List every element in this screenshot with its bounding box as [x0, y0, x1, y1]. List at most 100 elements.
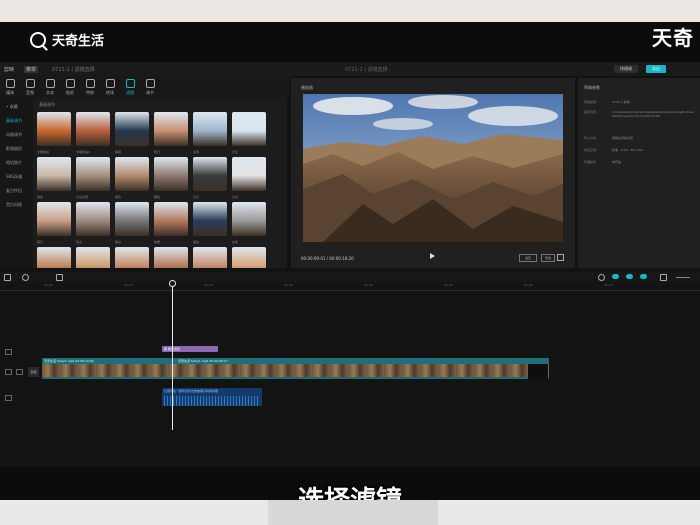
- link-toggle[interactable]: [626, 274, 633, 279]
- eye-icon[interactable]: [16, 369, 23, 375]
- filter-preview-image: [193, 157, 227, 191]
- filter-thumbnail[interactable]: 文理性感: [37, 112, 71, 154]
- filter-thumbnail[interactable]: 黄昏: [115, 157, 149, 199]
- original-button[interactable]: 原始: [541, 254, 555, 262]
- filter-preview-image: [37, 112, 71, 146]
- filter-preview-image: [154, 112, 188, 146]
- filter-preview-image: [37, 157, 71, 191]
- filter-preview-image: [232, 247, 266, 268]
- lock-icon[interactable]: [5, 369, 12, 375]
- export-button[interactable]: 导出: [646, 65, 666, 73]
- snap-toggle[interactable]: [612, 274, 619, 279]
- sidebar-item-basic[interactable]: 基础调节: [6, 118, 22, 124]
- draft-title: 0721-1 | 滤镜选择: [345, 67, 388, 73]
- tool-media[interactable]: 媒体: [2, 79, 18, 96]
- filter-thumbnail[interactable]: 日光: [193, 157, 227, 199]
- filter-thumbnail-label: 黄昏: [115, 195, 122, 199]
- filter-thumbnail-label: 湖泊: [193, 240, 200, 244]
- sidebar-item-bw[interactable]: 黑白风格: [6, 202, 22, 208]
- filter-thumbnail[interactable]: 湖泊: [193, 202, 227, 244]
- zoom-slider[interactable]: [676, 277, 690, 278]
- preview-axis-toggle[interactable]: [640, 274, 647, 279]
- split-icon[interactable]: [56, 274, 63, 281]
- tool-adjust[interactable]: 调节: [142, 79, 158, 96]
- playhead-handle[interactable]: [169, 280, 176, 287]
- audio-waveform: [164, 396, 260, 406]
- filter-thumbnail-label: 文理性感: [37, 150, 50, 154]
- tool-transition[interactable]: 转场: [102, 79, 118, 96]
- filter-preview-image: [115, 112, 149, 146]
- draft-params-title: 草稿参数: [584, 85, 600, 90]
- filter-clip[interactable]: 黑 暖日滤镜: [162, 346, 218, 352]
- sidebar-item-vintage[interactable]: 复古怀旧: [6, 188, 22, 194]
- filter-thumbnail[interactable]: [115, 247, 149, 268]
- filter-thumbnail[interactable]: [37, 247, 71, 268]
- filter-icon: [125, 79, 135, 88]
- monitor-stand: [268, 500, 438, 525]
- filter-thumbnail[interactable]: 暗调: [115, 112, 149, 154]
- tool-text[interactable]: 文本: [42, 79, 58, 96]
- filter-thumbnail[interactable]: [193, 247, 227, 268]
- filter-thumbnail-label: 白色: [232, 240, 239, 244]
- filter-thumbnail-label: 暗调: [115, 150, 122, 154]
- fullscreen-icon[interactable]: [557, 254, 564, 261]
- sidebar-item-favorites[interactable]: • 收藏: [6, 104, 18, 110]
- filter-thumbnail[interactable]: 白色: [232, 202, 266, 244]
- filter-thumbnail[interactable]: [154, 247, 188, 268]
- select-icon[interactable]: [4, 274, 11, 281]
- tool-audio[interactable]: 音频: [22, 79, 38, 96]
- player-title: 播放器: [301, 85, 313, 90]
- ratio-button[interactable]: 适应: [519, 254, 537, 262]
- filter-thumbnail-label: 蓝调: [193, 150, 200, 154]
- draft-params-panel: 草稿参数 草稿名称: 0721-1 剪映 保存位置: C:/Users/Admini…: [578, 78, 700, 268]
- timeline-tracks: [0, 291, 700, 467]
- undo-icon[interactable]: [22, 274, 29, 281]
- playhead[interactable]: [172, 280, 173, 430]
- tool-effects[interactable]: 特效: [82, 79, 98, 96]
- filter-thumbnail[interactable]: 冷白: [232, 157, 266, 199]
- sidebar-item-film[interactable]: 相机胶片: [6, 160, 22, 166]
- ruler-tick: 00:10: [124, 283, 133, 287]
- shortcut-button[interactable]: 快捷键: [614, 65, 638, 73]
- tool-filter[interactable]: 滤镜: [122, 79, 138, 96]
- video-clip[interactable]: [42, 358, 549, 379]
- sidebar-item-skg[interactable]: SKG风格: [6, 174, 22, 180]
- panel-header: 基础调节: [39, 102, 55, 107]
- filter-thumbnail[interactable]: 黑白: [115, 202, 149, 244]
- ruler-tick: 00:50: [444, 283, 453, 287]
- filter-preview-image: [115, 247, 149, 268]
- filter-thumbnail[interactable]: 天空: [232, 112, 266, 154]
- sidebar-item-style[interactable]: 风格调节: [6, 132, 22, 138]
- zoom-out-icon[interactable]: [660, 274, 667, 281]
- effects-icon: [85, 79, 95, 88]
- filter-thumbnail[interactable]: 蓝调: [193, 112, 227, 154]
- filter-thumbnail[interactable]: 夏日: [37, 202, 71, 244]
- filter-thumbnail[interactable]: [76, 247, 110, 268]
- timecode: 00:00:09:01 / 00:00:16:20: [301, 256, 354, 261]
- filter-thumbnail-label: 天空: [232, 150, 239, 154]
- sidebar-item-cinema[interactable]: 影视级别: [6, 146, 22, 152]
- param-row: 色彩空间: 标准 · 8-bit · Rec.709: [584, 148, 643, 152]
- filter-thumbnail-label: 日光: [193, 195, 200, 199]
- filter-thumbnail[interactable]: 海边: [37, 157, 71, 199]
- ruler-tick: 01:00: [524, 283, 533, 287]
- filter-thumbnail-label: 晚霞: [154, 240, 161, 244]
- filter-thumbnail[interactable]: 文理性感II: [76, 112, 110, 154]
- ruler-tick: 00:00: [44, 283, 53, 287]
- filter-thumbnail[interactable]: 晚霞: [154, 202, 188, 244]
- filter-preview-image: [76, 247, 110, 268]
- text-icon: [45, 79, 55, 88]
- filter-thumbnail[interactable]: 午后淡阳: [76, 157, 110, 199]
- filter-thumbnail[interactable]: 复古: [76, 202, 110, 244]
- menu-tab[interactable]: 菜单: [24, 66, 39, 73]
- filter-thumbnail-label: 海边: [37, 195, 44, 199]
- filter-thumbnail[interactable]: [232, 247, 266, 268]
- clip-label: 天奇生活 fuzzy1.mp4 00:00:06:17: [178, 359, 228, 363]
- cover-button[interactable]: 封面: [28, 367, 39, 377]
- tool-sticker[interactable]: 贴纸: [62, 79, 78, 96]
- filter-thumbnail-label: 夏日: [37, 240, 44, 244]
- filter-thumbnail[interactable]: 暮色: [154, 157, 188, 199]
- filter-thumbnail[interactable]: 暖日: [154, 112, 188, 154]
- mic-icon[interactable]: [598, 274, 605, 281]
- play-button[interactable]: [430, 253, 435, 259]
